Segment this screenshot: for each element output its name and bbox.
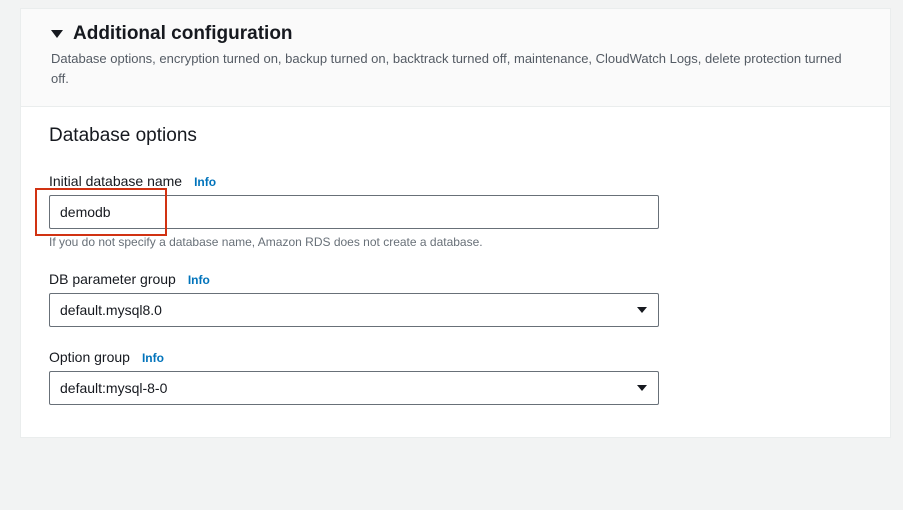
- option-group-field: Option group Info default:mysql-8-0: [49, 349, 862, 405]
- initial-db-label: Initial database name: [49, 173, 182, 189]
- param-group-value: default.mysql8.0: [60, 302, 162, 318]
- option-group-select[interactable]: default:mysql-8-0: [49, 371, 659, 405]
- panel-subtitle: Database options, encryption turned on, …: [51, 49, 851, 88]
- initial-db-info-link[interactable]: Info: [194, 175, 216, 189]
- initial-db-helper: If you do not specify a database name, A…: [49, 235, 862, 249]
- panel-body: Database options Initial database name I…: [21, 107, 890, 437]
- panel-title: Additional configuration: [73, 23, 293, 45]
- initial-db-field: Initial database name Info If you do not…: [49, 173, 862, 249]
- param-group-select[interactable]: default.mysql8.0: [49, 293, 659, 327]
- caret-down-icon: [51, 30, 63, 38]
- collapse-toggle[interactable]: Additional configuration: [51, 23, 868, 45]
- additional-config-panel: Additional configuration Database option…: [20, 8, 891, 438]
- option-group-label: Option group: [49, 349, 130, 365]
- initial-db-input[interactable]: [49, 195, 659, 229]
- database-options-heading: Database options: [49, 125, 862, 147]
- panel-header: Additional configuration Database option…: [21, 9, 890, 107]
- option-group-info-link[interactable]: Info: [142, 351, 164, 365]
- param-group-label: DB parameter group: [49, 271, 176, 287]
- param-group-info-link[interactable]: Info: [188, 273, 210, 287]
- option-group-value: default:mysql-8-0: [60, 380, 167, 396]
- param-group-field: DB parameter group Info default.mysql8.0: [49, 271, 862, 327]
